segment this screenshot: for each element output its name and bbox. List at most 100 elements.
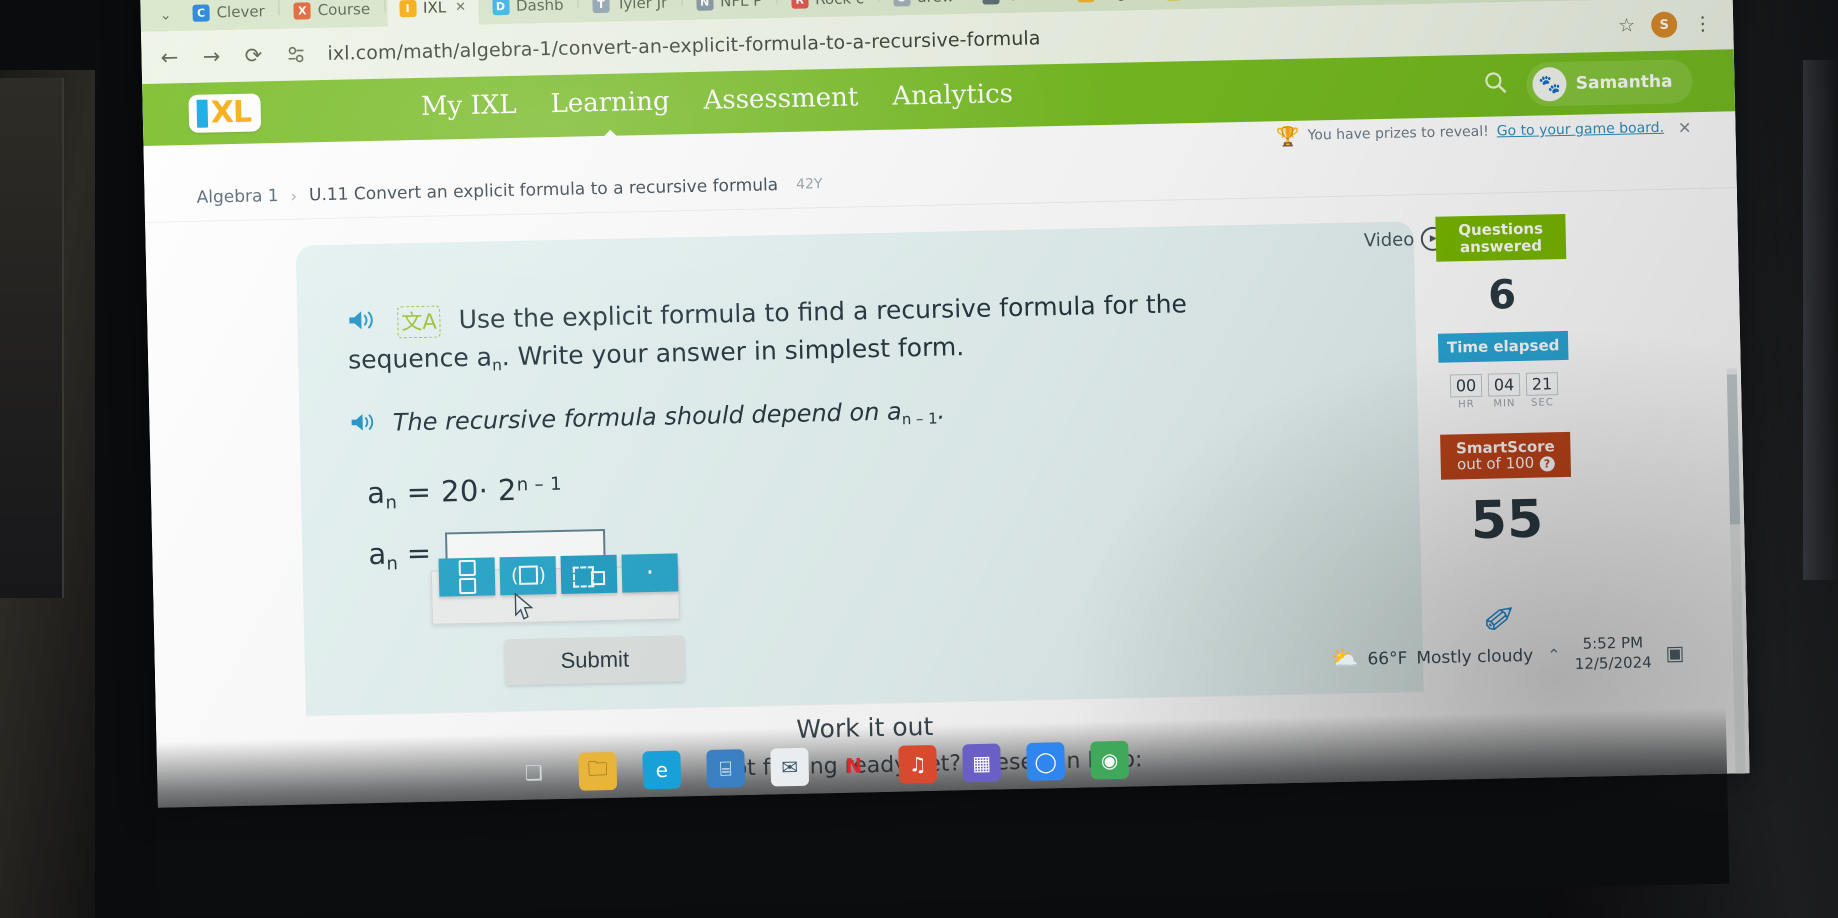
chrome-icon[interactable]: ◉	[1090, 740, 1130, 780]
taskview-icon[interactable]: ❑	[514, 753, 553, 792]
math-keypad: () ·	[438, 553, 679, 597]
tab-separator	[577, 0, 579, 9]
url-text[interactable]: ixl.com/math/algebra-1/convert-an-explic…	[327, 27, 1040, 65]
favicon-icon: N	[696, 0, 714, 11]
tab-label: Goals	[1007, 0, 1049, 4]
music-icon[interactable]: ♫	[898, 744, 938, 784]
nav-item-learning[interactable]: Learning	[550, 86, 670, 123]
photos-icon[interactable]: ▦	[962, 743, 1002, 783]
display-icon[interactable]: ▣	[1665, 640, 1684, 664]
weather-widget[interactable]: ⛅ 66°F Mostly cloudy	[1331, 643, 1534, 672]
breadcrumb-course[interactable]: Algebra 1	[196, 186, 278, 208]
fraction-key[interactable]	[438, 557, 496, 597]
favicon-icon: O	[892, 0, 911, 7]
calculator-icon[interactable]: ⌸	[706, 749, 746, 788]
speaker-icon[interactable]	[349, 411, 378, 440]
browser-tab[interactable]: X Course	[281, 0, 382, 29]
exponent-icon	[572, 563, 606, 588]
browser-tab[interactable]: N NFL P	[684, 0, 775, 20]
smartscore-label: SmartScore out of 100 ?	[1440, 431, 1572, 480]
timer-minutes: 04 MIN	[1487, 372, 1521, 409]
question-prompt: 文A Use the explicit formula to find a re…	[347, 284, 1298, 380]
taskbar-clock[interactable]: 5:52 PM 12/5/2024	[1574, 633, 1652, 674]
timer-seconds: 21 SEC	[1525, 371, 1559, 409]
fraction-icon	[458, 559, 476, 595]
screen-edge-glow	[1803, 60, 1838, 580]
help-icon[interactable]: ?	[1539, 456, 1555, 472]
question-prompt-rest: . Write your answer in simplest form.	[501, 331, 965, 371]
nav-item-assessment[interactable]: Assessment	[703, 82, 858, 119]
browser-tab-active[interactable]: I IXL ✕	[386, 0, 479, 27]
browser-tab[interactable]: C Clever	[180, 0, 277, 31]
close-icon[interactable]: ✕	[455, 0, 466, 15]
browser-tab[interactable]: D Dashb	[480, 0, 576, 25]
multiply-dot-key[interactable]: ·	[621, 553, 679, 593]
messenger-icon[interactable]: ◯	[1026, 742, 1066, 781]
video-link[interactable]: Video ▶	[1364, 226, 1446, 253]
tab-separator	[383, 0, 386, 13]
nav-item-my-ixl[interactable]: My IXL	[421, 90, 517, 126]
chevron-down-icon[interactable]: ⌄	[152, 0, 179, 32]
edge-icon[interactable]: e	[642, 750, 682, 790]
dot-icon: ·	[645, 557, 655, 589]
favicon-icon: C	[192, 3, 210, 22]
smartscore-subtitle: out of 100	[1456, 453, 1535, 474]
ixl-logo[interactable]: XL	[188, 93, 262, 133]
weather-icon: ⛅	[1330, 646, 1359, 673]
avatar: 🐾	[1532, 66, 1568, 102]
formula-lhs: a	[366, 475, 386, 511]
question-hint-text: The recursive formula should depend on a	[392, 397, 903, 437]
file-explorer-icon[interactable]: 🗀	[578, 751, 618, 791]
tab-label: argu	[1102, 0, 1137, 2]
translate-icon[interactable]: 文A	[397, 305, 442, 339]
logo-text: XL	[210, 94, 252, 131]
question-hint: The recursive formula should depend on a…	[349, 390, 1249, 440]
netflix-icon[interactable]: N	[834, 746, 873, 785]
search-icon[interactable]	[1482, 69, 1509, 102]
question-hint-subscript: n – 1	[901, 409, 938, 429]
submit-button[interactable]: Submit	[504, 635, 686, 686]
forward-icon[interactable]: →	[199, 44, 224, 69]
parentheses-key[interactable]: ()	[499, 556, 557, 596]
timer-seconds-unit: SEC	[1530, 396, 1554, 409]
time-elapsed-label: Time elapsed	[1437, 330, 1569, 363]
close-icon[interactable]: ✕	[1678, 118, 1692, 137]
favicon-icon: T	[592, 0, 610, 13]
explicit-formula: an = 20· 2n – 1	[367, 472, 563, 514]
nav-item-analytics[interactable]: Analytics	[892, 79, 1013, 116]
formula-dot: ·	[478, 473, 489, 508]
exponent-key[interactable]	[560, 554, 618, 594]
speaker-icon[interactable]	[347, 307, 378, 342]
tab-label: drew	[917, 0, 954, 6]
elapsed-timer: 00 HR 04 MIN 21 SEC	[1439, 359, 1570, 412]
user-menu[interactable]: 🐾 Samantha	[1526, 59, 1693, 107]
chevron-up-icon[interactable]: ⌃	[1547, 645, 1561, 664]
weather-temp: 66°F	[1367, 648, 1408, 670]
browser-tab[interactable]: T Tyler Jr	[580, 0, 679, 22]
breadcrumb-separator: ›	[290, 186, 298, 206]
back-icon[interactable]: ←	[157, 45, 182, 70]
favicon-icon: G	[982, 0, 1001, 5]
ixl-nav-right: 🐾 Samantha	[1482, 59, 1693, 108]
mail-icon[interactable]: ✉	[770, 747, 810, 787]
weather-desc: Mostly cloudy	[1416, 645, 1534, 668]
browser-menu-icon[interactable]: ⋮	[1693, 13, 1711, 35]
photograph-of-laptop-screen: ⌄ C Clever X Course I IXL ✕ D Dashb T Ty…	[0, 0, 1838, 918]
answer-equals: =	[406, 535, 432, 571]
laptop-screen: ⌄ C Clever X Course I IXL ✕ D Dashb T Ty…	[140, 0, 1750, 808]
trophy-icon: 🏆	[1275, 125, 1300, 148]
tab-label: Tyler Jr	[616, 0, 668, 13]
game-board-link[interactable]: Go to your game board.	[1497, 120, 1665, 140]
tab-label: Rock c	[815, 0, 864, 8]
bookmark-star-icon[interactable]: ☆	[1618, 14, 1636, 36]
windows-taskbar: ⛅ 66°F Mostly cloudy ⌃ 5:52 PM 12/5/2024…	[154, 633, 1730, 918]
formula-exponent: n – 1	[516, 473, 563, 496]
site-settings-icon[interactable]	[283, 41, 310, 68]
favicon-icon: F	[1077, 0, 1096, 3]
work-area: 文A Use the explicit formula to find a re…	[145, 188, 1750, 808]
tab-separator	[877, 0, 880, 2]
browser-profile-avatar[interactable]: S	[1650, 11, 1678, 39]
reload-icon[interactable]: ⟳	[241, 43, 266, 68]
question-card: 文A Use the explicit formula to find a re…	[295, 221, 1424, 716]
page-scrollbar-thumb[interactable]	[1726, 374, 1741, 525]
